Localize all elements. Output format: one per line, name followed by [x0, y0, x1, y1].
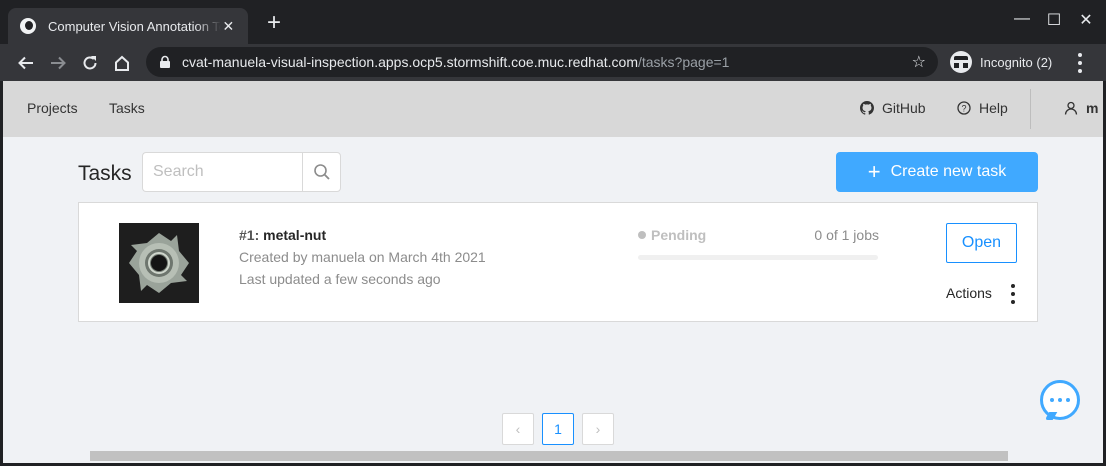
- incognito-icon: [950, 51, 972, 73]
- close-window-icon[interactable]: ✕: [1076, 10, 1096, 30]
- create-new-task-button[interactable]: + Create new task: [836, 152, 1038, 192]
- forward-icon[interactable]: [46, 51, 70, 75]
- github-link[interactable]: GitHub: [860, 100, 926, 116]
- search-input[interactable]: [142, 152, 302, 192]
- create-new-task-label: Create new task: [890, 163, 1007, 180]
- page-content: Projects Tasks GitHub ? Help m Tasks + C…: [3, 81, 1103, 463]
- url-text: cvat-manuela-visual-inspection.apps.ocp5…: [182, 54, 729, 70]
- task-name: metal-nut: [263, 227, 327, 243]
- browser-menu-icon[interactable]: [1072, 53, 1088, 73]
- tab-title: Computer Vision Annotation Tool: [48, 18, 221, 34]
- home-icon[interactable]: [110, 51, 134, 75]
- help-link[interactable]: ? Help: [957, 100, 1008, 116]
- task-preview-image: [119, 223, 199, 303]
- task-id: #1:: [239, 227, 260, 243]
- search-box: [142, 152, 341, 192]
- bookmark-star-icon[interactable]: ☆: [912, 52, 926, 72]
- user-name: m: [1086, 100, 1099, 116]
- page-title: Tasks: [78, 162, 132, 185]
- task-status-label: Pending: [651, 227, 707, 243]
- help-label: Help: [979, 100, 1008, 116]
- user-icon: [1064, 101, 1078, 115]
- maximize-icon[interactable]: ☐: [1044, 10, 1064, 30]
- pagination: ‹ 1 ›: [502, 413, 614, 445]
- task-created: Created by manuela on March 4th 2021: [239, 249, 486, 265]
- pagination-prev-button[interactable]: ‹: [502, 413, 534, 445]
- svg-text:?: ?: [961, 104, 966, 114]
- search-icon: [313, 164, 330, 180]
- task-item: #1: metal-nut Created by manuela on Marc…: [78, 202, 1038, 322]
- task-progress-bar: [638, 255, 878, 260]
- task-updated: Last updated a few seconds ago: [239, 271, 441, 287]
- user-menu[interactable]: m: [1064, 100, 1098, 116]
- github-icon: [860, 101, 874, 115]
- pagination-next-button[interactable]: ›: [582, 413, 614, 445]
- help-icon: ?: [957, 101, 971, 115]
- task-status: Pending: [638, 227, 706, 243]
- nav-projects[interactable]: Projects: [27, 100, 78, 116]
- horizontal-scrollbar[interactable]: [3, 447, 1103, 463]
- lock-icon: [160, 55, 170, 68]
- github-label: GitHub: [882, 100, 926, 116]
- nav-tasks[interactable]: Tasks: [109, 100, 145, 116]
- actions-menu-label[interactable]: Actions: [946, 285, 992, 301]
- scrollbar-thumb[interactable]: [90, 451, 1008, 461]
- incognito-indicator[interactable]: Incognito (2): [946, 49, 1058, 75]
- reload-icon[interactable]: [78, 51, 102, 75]
- open-task-button[interactable]: Open: [946, 223, 1017, 263]
- url-path: /tasks?page=1: [637, 54, 730, 70]
- chat-support-button[interactable]: [1040, 380, 1080, 420]
- browser-tab[interactable]: Computer Vision Annotation Tool ✕: [8, 8, 248, 44]
- task-title: #1: metal-nut: [239, 227, 326, 243]
- task-jobs-count: 0 of 1 jobs: [814, 227, 879, 243]
- app-header: Projects Tasks GitHub ? Help m: [3, 81, 1103, 137]
- pagination-page-1[interactable]: 1: [542, 413, 574, 445]
- search-button[interactable]: [302, 152, 341, 192]
- incognito-label: Incognito (2): [980, 54, 1053, 70]
- url-host: cvat-manuela-visual-inspection.apps.ocp5…: [182, 54, 638, 70]
- address-bar[interactable]: cvat-manuela-visual-inspection.apps.ocp5…: [146, 47, 938, 77]
- cvat-favicon-icon: [20, 18, 36, 34]
- header-divider: [1030, 89, 1031, 129]
- plus-icon: +: [867, 159, 881, 184]
- new-tab-button[interactable]: +: [262, 11, 286, 36]
- status-dot-icon: [638, 231, 646, 239]
- actions-menu-icon[interactable]: [1009, 284, 1017, 304]
- minimize-icon[interactable]: —: [1012, 10, 1032, 28]
- browser-toolbar: cvat-manuela-visual-inspection.apps.ocp5…: [0, 44, 1106, 81]
- browser-tab-strip: Computer Vision Annotation Tool ✕ + — ☐ …: [0, 0, 1106, 44]
- back-icon[interactable]: [14, 51, 38, 75]
- close-tab-icon[interactable]: ✕: [221, 18, 236, 35]
